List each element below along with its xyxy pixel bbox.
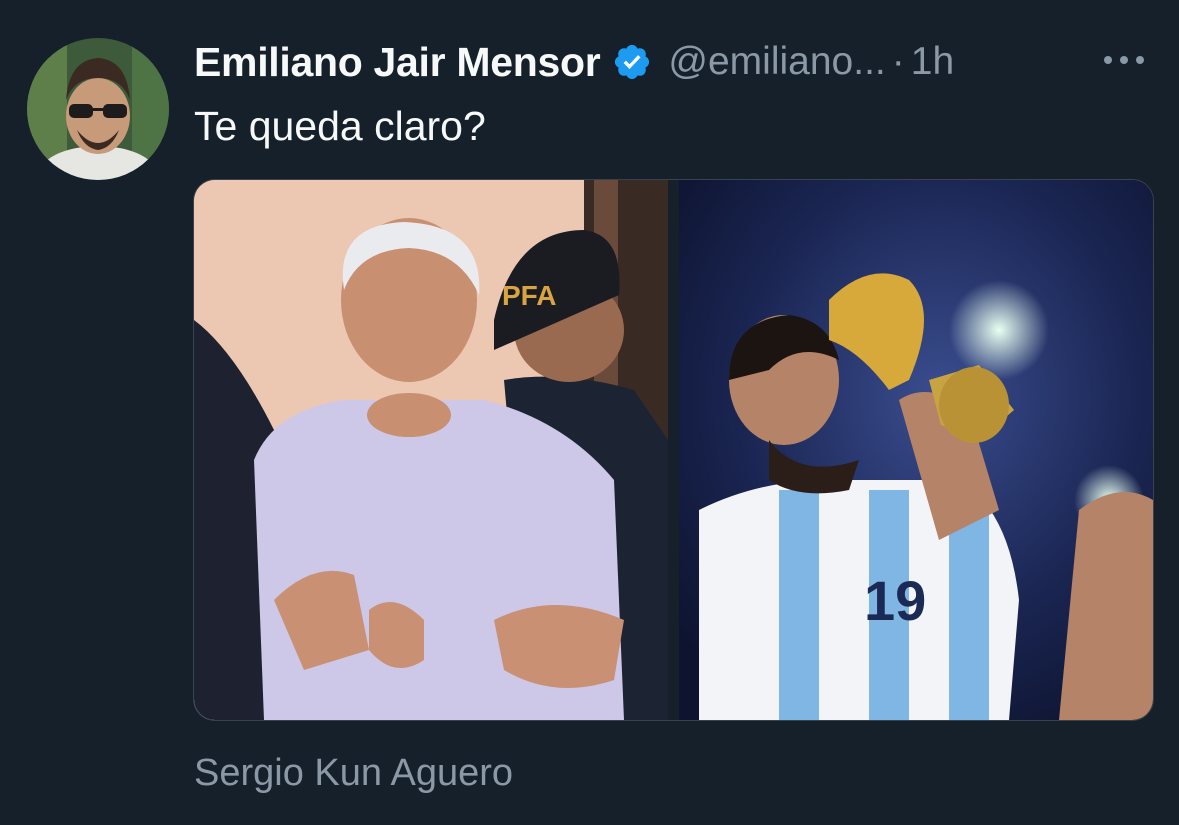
- pfa-cap-badge: PFA: [502, 280, 556, 311]
- author-handle[interactable]: @emiliano...: [668, 40, 885, 84]
- tweet-header: Emiliano Jair Mensor @emiliano... · 1h: [194, 34, 954, 90]
- author-avatar[interactable]: [27, 38, 169, 180]
- media-grid: PFA 19: [193, 179, 1154, 721]
- media-photo-arrest[interactable]: PFA: [194, 180, 668, 720]
- tweet-card: Emiliano Jair Mensor @emiliano... · 1h T…: [0, 0, 1179, 825]
- svg-text:PFA: PFA: [502, 280, 556, 311]
- tweet-text: Te queda claro?: [194, 103, 486, 149]
- separator-dot: ·: [891, 40, 905, 83]
- media-photo-world-cup[interactable]: 19: [679, 180, 1153, 720]
- svg-text:19: 19: [864, 569, 926, 632]
- author-display-name[interactable]: Emiliano Jair Mensor: [194, 39, 601, 86]
- tweet-timestamp[interactable]: 1h: [911, 40, 954, 84]
- footer-caption: Sergio Kun Aguero: [194, 752, 514, 794]
- verified-badge-icon[interactable]: [612, 42, 652, 82]
- more-options-icon[interactable]: [1100, 50, 1148, 70]
